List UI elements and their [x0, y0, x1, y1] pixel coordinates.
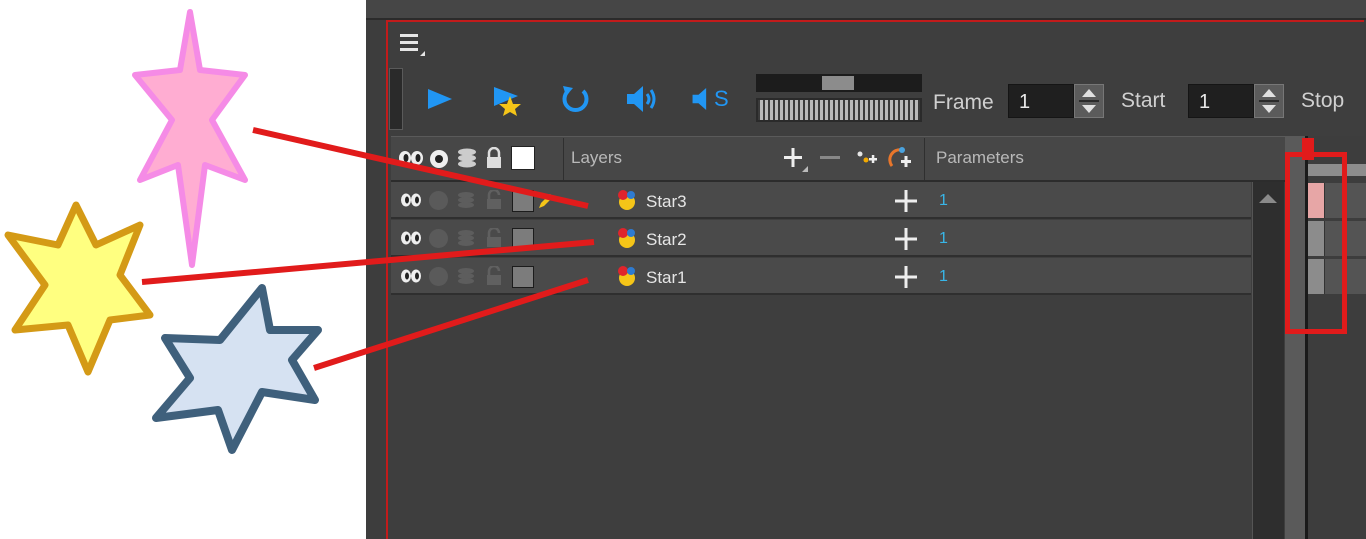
- pencil-icon: [539, 194, 553, 208]
- lock-icon[interactable]: [484, 147, 504, 169]
- layer-name[interactable]: Star1: [646, 268, 687, 288]
- drawing-layer-icon: [618, 190, 635, 210]
- parameter-value[interactable]: 1: [939, 268, 948, 286]
- panel-top-bar: [366, 0, 1366, 20]
- scroll-up-arrow[interactable]: [1259, 194, 1277, 203]
- pink-star: [132, 9, 248, 268]
- toolbar-handle[interactable]: [389, 68, 403, 130]
- start-field[interactable]: 1: [1188, 84, 1254, 118]
- layer-color-swatch[interactable]: [512, 266, 534, 288]
- layers-stack-icon[interactable]: [456, 190, 476, 210]
- stop-label: Stop: [1301, 89, 1345, 112]
- sound-icon[interactable]: [624, 82, 658, 116]
- star-illustration: [4, 9, 322, 454]
- lock-icon[interactable]: [485, 228, 503, 248]
- header-separator: [924, 138, 925, 180]
- drawing-layer-icon: [618, 228, 635, 248]
- add-drawing-icon[interactable]: [886, 144, 914, 172]
- play-icon[interactable]: [422, 82, 456, 116]
- timeline-callout-box: [1285, 152, 1347, 334]
- menu-icon[interactable]: [398, 30, 426, 58]
- color-swatch-icon[interactable]: [511, 146, 535, 170]
- drawing-layer-icon: [618, 266, 635, 286]
- layers-column-header: Layers: [571, 148, 623, 167]
- loop-icon[interactable]: [558, 82, 592, 116]
- solo-toggle[interactable]: [429, 229, 448, 248]
- solo-icon[interactable]: [428, 148, 450, 170]
- layer-name[interactable]: Star2: [646, 230, 687, 250]
- add-icon[interactable]: [894, 189, 918, 213]
- layers-stack-icon[interactable]: [456, 228, 476, 248]
- playback-speed-scale: [756, 98, 922, 122]
- show-icon[interactable]: [400, 267, 422, 285]
- add-icon[interactable]: [894, 265, 918, 289]
- solo-toggle[interactable]: [429, 191, 448, 210]
- parameter-value[interactable]: 1: [939, 192, 948, 210]
- solo-toggle[interactable]: [429, 267, 448, 286]
- yellow-star: [4, 201, 154, 376]
- remove-layer-icon[interactable]: [818, 146, 842, 170]
- lock-icon[interactable]: [485, 190, 503, 210]
- parameters-column-header: Parameters: [936, 148, 1024, 167]
- playback-speed-thumb[interactable]: [822, 76, 854, 90]
- layers-scrollbar[interactable]: [1252, 182, 1284, 539]
- frame-label: Frame: [933, 91, 994, 114]
- sound-scrub-letter: S: [714, 86, 729, 111]
- layer-name[interactable]: Star3: [646, 192, 687, 212]
- layers-stack-icon[interactable]: [456, 266, 476, 286]
- layer-color-swatch[interactable]: [512, 228, 534, 250]
- frame-stepper[interactable]: [1074, 84, 1104, 118]
- add-icon[interactable]: [894, 227, 918, 251]
- play-selection-icon[interactable]: [490, 82, 524, 116]
- frame-field[interactable]: 1: [1008, 84, 1074, 118]
- layers-stack-icon[interactable]: [456, 147, 478, 169]
- header-separator: [563, 138, 564, 180]
- start-label: Start: [1121, 89, 1166, 112]
- show-icon[interactable]: [400, 191, 422, 209]
- add-peg-icon[interactable]: [852, 146, 878, 172]
- start-stepper[interactable]: [1254, 84, 1284, 118]
- show-all-icon[interactable]: [398, 148, 424, 168]
- layer-color-swatch[interactable]: [512, 190, 534, 212]
- show-icon[interactable]: [400, 229, 422, 247]
- add-layer-icon[interactable]: [782, 146, 810, 174]
- lock-icon[interactable]: [485, 266, 503, 286]
- parameter-value[interactable]: 1: [939, 230, 948, 248]
- blue-star: [152, 284, 322, 454]
